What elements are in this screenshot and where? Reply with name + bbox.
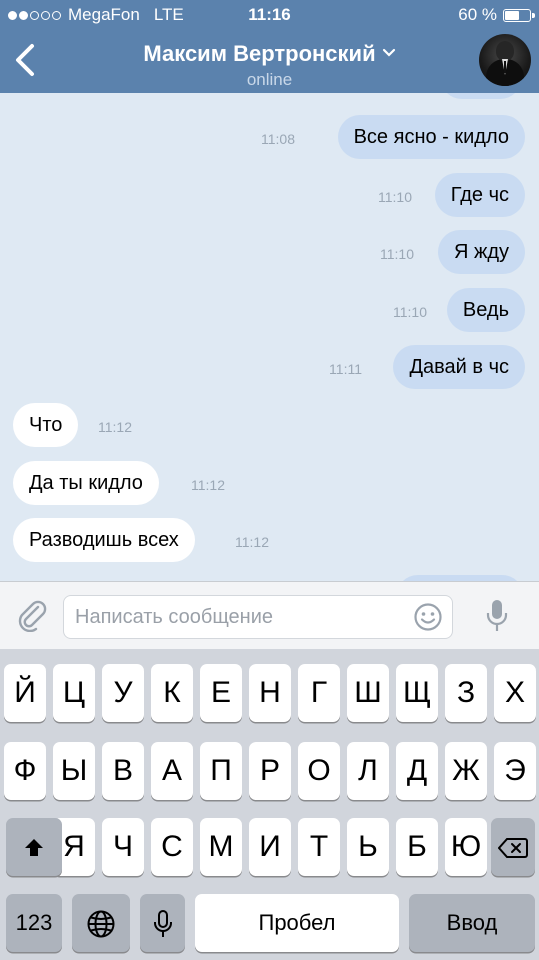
conversation-title[interactable]: Максим Вертронский online — [0, 38, 539, 90]
message-time: 11:11 — [329, 361, 362, 377]
key-row3-8[interactable]: Ю — [445, 818, 487, 876]
key-row2-4[interactable]: П — [200, 742, 242, 800]
composer-bar: Написать сообщение — [0, 581, 539, 649]
dictation-key[interactable] — [140, 894, 185, 952]
key-row3-2[interactable]: С — [151, 818, 193, 876]
key-row1-4[interactable]: Е — [200, 664, 242, 722]
backspace-key[interactable] — [491, 818, 535, 876]
message-input-placeholder: Написать сообщение — [75, 606, 274, 628]
key-row1-10[interactable]: Х — [494, 664, 536, 722]
message-time: 11:12 — [191, 477, 225, 493]
key-row2-2[interactable]: В — [102, 742, 144, 800]
key-row1-7[interactable]: Ш — [347, 664, 389, 722]
contact-status: online — [246, 70, 293, 89]
key-row1-1[interactable]: Ц — [53, 664, 95, 722]
microphone-icon[interactable] — [484, 598, 510, 634]
chat-header: MegaFon LTE 11:16 60 % Максим Вертронски… — [0, 0, 539, 93]
key-row2-6[interactable]: О — [298, 742, 340, 800]
message-time: 11:10 — [393, 304, 427, 320]
key-row3-7[interactable]: Б — [396, 818, 438, 876]
key-row2-7[interactable]: Л — [347, 742, 389, 800]
chevron-down-icon — [382, 38, 396, 64]
message-time: 11:12 — [98, 419, 132, 435]
keyboard: ЙЦУКЕНГШЩЗХ ФЫВАПРОЛДЖЭ ЯЧСМИТЬБЮ 123 Пр… — [0, 649, 539, 960]
return-key[interactable]: Ввод — [409, 894, 535, 952]
message-bubble-outgoing[interactable]: Давай в чс — [393, 345, 525, 389]
emoji-icon[interactable] — [413, 602, 443, 632]
message-bubble-outgoing[interactable]: Я жду — [437, 230, 525, 274]
globe-icon — [87, 910, 115, 938]
key-row2-3[interactable]: А — [151, 742, 193, 800]
shift-icon — [25, 839, 43, 857]
space-key[interactable]: Пробел — [195, 894, 399, 952]
key-row1-6[interactable]: Г — [298, 664, 340, 722]
message-time: 11:10 — [380, 246, 414, 262]
key-row3-3[interactable]: М — [200, 818, 242, 876]
message-bubble-incoming[interactable]: Разводишь всех — [13, 518, 195, 562]
key-row1-9[interactable]: З — [445, 664, 487, 722]
key-row1-0[interactable]: Й — [4, 664, 46, 722]
message-time: 11:08 — [261, 131, 295, 147]
contact-avatar[interactable] — [479, 34, 531, 86]
key-row2-9[interactable]: Ж — [445, 742, 487, 800]
key-row3-1[interactable]: Ч — [102, 818, 144, 876]
message-time: 11:10 — [378, 189, 412, 205]
numbers-key[interactable]: 123 — [6, 894, 62, 952]
key-row2-1[interactable]: Ы — [53, 742, 95, 800]
backspace-icon — [497, 838, 528, 859]
message-list[interactable]: 11:08 Все ясно - кидло 11:10 Где чс 11:1… — [0, 93, 539, 581]
key-row3-6[interactable]: Ь — [347, 818, 389, 876]
attach-icon[interactable] — [16, 598, 48, 633]
globe-key[interactable] — [72, 894, 130, 952]
key-row3-4[interactable]: И — [249, 818, 291, 876]
message-bubble-outgoing[interactable]: Где чс — [434, 173, 525, 217]
key-row2-8[interactable]: Д — [396, 742, 438, 800]
key-row1-5[interactable]: Н — [249, 664, 291, 722]
key-row1-2[interactable]: У — [102, 664, 144, 722]
message-input[interactable]: Написать сообщение — [63, 595, 453, 639]
key-row1-3[interactable]: К — [151, 664, 193, 722]
message-bubble-incoming[interactable]: Да ты кидло — [13, 461, 159, 505]
message-bubble-outgoing[interactable]: Ведь — [446, 288, 525, 332]
battery-icon — [503, 8, 535, 22]
status-bar: MegaFon LTE 11:16 60 % — [0, 0, 539, 30]
key-row3-5[interactable]: Т — [298, 818, 340, 876]
message-bubble-outgoing[interactable]: Все ясно - кидло — [337, 115, 525, 159]
contact-name: Максим Вертронский — [143, 41, 376, 66]
message-bubble-incoming[interactable]: Что — [13, 403, 79, 447]
shift-key[interactable] — [6, 818, 62, 876]
message-bubble-partial — [440, 93, 522, 99]
key-row2-10[interactable]: Э — [494, 742, 536, 800]
key-row1-8[interactable]: Щ — [396, 664, 438, 722]
message-time: 11:12 — [235, 534, 269, 550]
battery-percent: 60 % — [458, 5, 497, 24]
key-row2-0[interactable]: Ф — [4, 742, 46, 800]
dictation-icon — [153, 910, 172, 938]
key-row2-5[interactable]: Р — [249, 742, 291, 800]
